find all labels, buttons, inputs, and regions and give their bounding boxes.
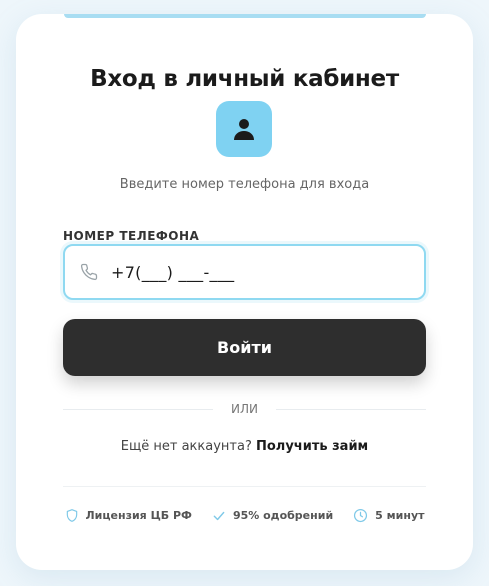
feature-time: 5 минут bbox=[353, 508, 424, 523]
signup-prompt: Ещё нет аккаунта? Получить займ bbox=[16, 439, 473, 454]
get-loan-link[interactable]: Получить займ bbox=[256, 439, 368, 454]
feature-label: Лицензия ЦБ РФ bbox=[85, 509, 192, 522]
shield-icon bbox=[66, 509, 77, 522]
feature-approval: 95% одобрений bbox=[212, 508, 333, 523]
feature-label: 5 минут bbox=[375, 509, 425, 522]
check-icon bbox=[213, 511, 225, 520]
feature-label: 95% одобрений bbox=[232, 509, 334, 522]
user-icon bbox=[234, 119, 254, 140]
phone-label: НОМЕР ТЕЛЕФОНА bbox=[63, 229, 200, 243]
top-accent-bar bbox=[64, 14, 426, 18]
login-button[interactable]: Войти bbox=[63, 319, 426, 376]
no-account-text: Ещё нет аккаунта? bbox=[120, 439, 252, 454]
feature-license: Лицензия ЦБ РФ bbox=[65, 508, 192, 523]
page-title: Вход в личный кабинет bbox=[90, 66, 399, 92]
divider-line-right bbox=[276, 409, 426, 410]
phone-icon bbox=[80, 263, 98, 281]
features-separator bbox=[63, 486, 426, 487]
clock-icon bbox=[354, 508, 368, 523]
phone-field[interactable] bbox=[63, 244, 426, 300]
user-avatar bbox=[216, 101, 272, 157]
login-card: Вход в личный кабинет Введите номер теле… bbox=[16, 14, 473, 570]
phone-input[interactable] bbox=[111, 256, 411, 288]
or-divider: ИЛИ bbox=[63, 402, 426, 418]
login-subtitle: Введите номер телефона для входа bbox=[119, 177, 370, 192]
features-row: Лицензия ЦБ РФ 95% одобрений 5 минут bbox=[16, 508, 473, 523]
